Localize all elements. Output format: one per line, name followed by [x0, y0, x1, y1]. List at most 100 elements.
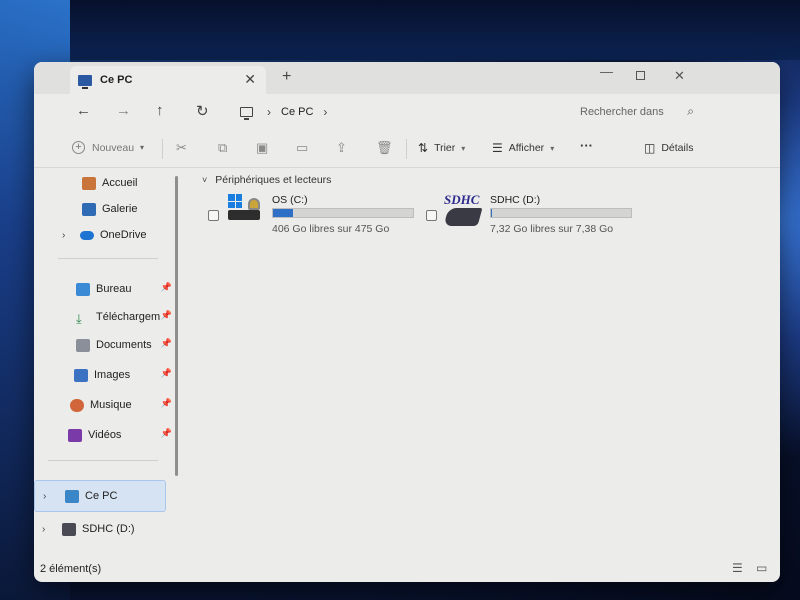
sidebar-item-musique[interactable]: Musique 📌	[70, 394, 172, 416]
sidebar-item-telechargements[interactable]: ⤓ Téléchargements 📌	[76, 306, 172, 328]
pin-icon[interactable]: 📌	[161, 338, 172, 349]
copy-icon[interactable]: ⧉	[218, 140, 227, 156]
breadcrumb-chevron-icon[interactable]: ›	[267, 105, 271, 119]
drive-item-d[interactable]: SDHC SDHC (D:) 7,32 Go libres sur 7,38 G…	[424, 192, 634, 242]
back-button[interactable]: ←	[76, 102, 91, 119]
delete-icon[interactable]: 🗑	[376, 140, 393, 156]
chevron-right-icon[interactable]: ›	[42, 524, 45, 535]
sidebar-item-label: Documents	[96, 339, 152, 351]
sidebar-item-videos[interactable]: Vidéos 📌	[68, 424, 172, 446]
sidebar-item-label: Musique	[90, 399, 132, 411]
chevron-right-icon[interactable]: ›	[43, 491, 46, 502]
address-bar[interactable]: › Ce PC ›	[234, 99, 564, 125]
pin-icon[interactable]: 📌	[161, 398, 172, 409]
windows-logo-icon	[228, 194, 242, 208]
new-button[interactable]: + Nouveau ▾	[72, 141, 144, 154]
new-tab-button[interactable]: +	[282, 68, 291, 86]
hard-drive-icon	[228, 210, 260, 220]
sidebar-item-bureau[interactable]: Bureau 📌	[76, 278, 172, 300]
usage-bar-fill	[273, 209, 294, 217]
select-checkbox[interactable]	[208, 210, 219, 221]
usage-bar	[272, 208, 414, 218]
sort-label: Trier	[434, 142, 456, 154]
search-input[interactable]: Rechercher dans ⌕	[570, 99, 700, 125]
sidebar-scrollbar[interactable]	[175, 176, 178, 476]
sidebar-item-label: Vidéos	[88, 429, 122, 441]
card-reader-icon	[443, 208, 483, 226]
close-window-button[interactable]: ✕	[674, 68, 685, 84]
up-button[interactable]: ↑	[156, 102, 164, 119]
sdhc-logo-text: SDHC	[444, 192, 480, 207]
pin-icon[interactable]: 📌	[161, 310, 172, 321]
plus-icon: +	[72, 141, 85, 154]
drive-free-space: 7,32 Go libres sur 7,38 Go	[490, 223, 614, 235]
group-title: Périphériques et lecteurs	[215, 174, 332, 186]
sidebar-item-onedrive[interactable]: › OneDrive	[54, 224, 172, 246]
sidebar-item-documents[interactable]: Documents 📌	[76, 334, 172, 356]
tiles-view-icon[interactable]: ▭	[756, 561, 767, 575]
search-icon: ⌕	[687, 104, 694, 118]
view-label: Afficher	[508, 142, 545, 154]
computer-icon	[65, 489, 79, 503]
content-pane: ˅ Périphériques et lecteurs OS (C:) 406 …	[194, 168, 780, 554]
more-options-button[interactable]: ···	[580, 138, 593, 153]
maximize-button[interactable]	[636, 68, 645, 83]
chevron-down-icon: ▾	[140, 143, 145, 152]
chevron-down-icon: ▾	[550, 143, 555, 153]
tab-close-icon[interactable]: ✕	[244, 71, 256, 88]
chevron-right-icon[interactable]: ›	[62, 230, 65, 241]
sidebar-item-accueil[interactable]: Accueil	[82, 172, 172, 194]
tab-ce-pc[interactable]: Ce PC ✕	[70, 66, 266, 94]
breadcrumb-ce-pc[interactable]: Ce PC	[281, 106, 313, 118]
tab-title: Ce PC	[100, 74, 133, 86]
drive-item-c[interactable]: OS (C:) 406 Go libres sur 475 Go	[206, 192, 416, 242]
share-icon[interactable]: ⇪	[336, 140, 347, 156]
sidebar-divider	[58, 258, 158, 259]
details-view-icon[interactable]: ☰	[732, 561, 743, 575]
sidebar-item-label: SDHC (D:)	[82, 523, 135, 535]
breadcrumb-chevron-icon[interactable]: ›	[323, 105, 327, 119]
group-header[interactable]: ˅ Périphériques et lecteurs	[202, 174, 331, 186]
usage-bar	[490, 208, 632, 218]
paste-icon[interactable]: ▣	[256, 140, 268, 156]
refresh-button[interactable]: ↻	[196, 102, 209, 120]
item-count: 2 élément(s)	[40, 563, 102, 575]
sidebar-item-galerie[interactable]: Galerie	[82, 198, 172, 220]
wallpaper-top	[0, 0, 800, 60]
drive-name: SDHC (D:)	[490, 194, 541, 206]
pin-icon[interactable]: 📌	[161, 428, 172, 439]
new-label: Nouveau	[92, 141, 135, 154]
sidebar-item-label: Téléchargements	[96, 311, 160, 323]
music-icon	[70, 398, 84, 412]
sidebar-item-sdhc[interactable]: › SDHC (D:)	[34, 518, 166, 540]
navigation-pane: Accueil Galerie › OneDrive Bureau 📌 ⤓ Té…	[34, 168, 180, 554]
tab-bar: Ce PC ✕ + — ✕	[34, 62, 780, 94]
rename-icon[interactable]: ▭	[296, 140, 308, 156]
minimize-button[interactable]: —	[600, 64, 613, 79]
sidebar-item-label: Images	[94, 369, 131, 381]
sidebar-item-ce-pc[interactable]: › Ce PC	[34, 480, 166, 512]
sidebar-item-label: Bureau	[96, 283, 132, 295]
windows-drive-icon	[226, 194, 266, 228]
forward-button[interactable]: →	[116, 102, 131, 119]
pin-icon[interactable]: 📌	[161, 282, 172, 293]
sort-button[interactable]: ⇅ Trier ▾	[418, 141, 465, 155]
details-button[interactable]: ◫ Détails	[644, 141, 693, 155]
download-icon: ⤓	[76, 310, 82, 326]
sidebar-item-label: Ce PC	[85, 490, 118, 502]
view-button[interactable]: ☰ Afficher ▾	[492, 141, 554, 155]
sidebar-item-images[interactable]: Images 📌	[74, 364, 172, 386]
sdhc-drive-icon: SDHC	[443, 192, 484, 228]
divider	[406, 139, 407, 159]
cut-icon[interactable]: ✂	[176, 140, 187, 156]
select-checkbox[interactable]	[426, 210, 437, 221]
sidebar-item-label: Accueil	[102, 177, 138, 189]
pin-icon[interactable]: 📌	[161, 368, 172, 379]
sidebar-divider	[48, 460, 158, 461]
videos-icon	[68, 428, 82, 442]
lock-icon	[248, 198, 260, 210]
view-icon: ☰	[492, 141, 503, 155]
command-bar: + Nouveau ▾ ✂ ⧉ ▣ ▭ ⇪ 🗑 ⇅ Trier ▾ ☰ Affi…	[34, 130, 780, 168]
details-label: Détails	[661, 142, 694, 154]
sort-icon: ⇅	[418, 141, 429, 155]
